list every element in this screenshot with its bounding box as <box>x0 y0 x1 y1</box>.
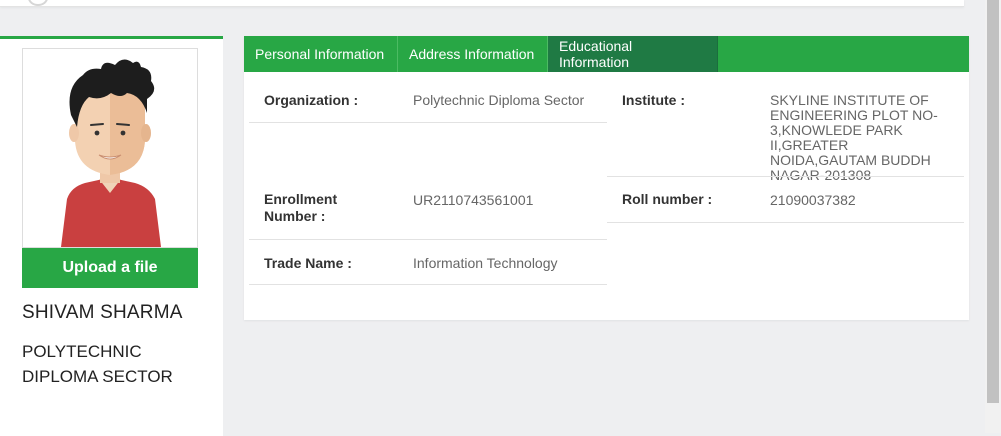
information-card: Personal Information Address Information… <box>244 36 969 320</box>
top-card <box>0 0 964 7</box>
avatar <box>22 48 198 248</box>
upload-file-button[interactable]: Upload a file <box>22 248 198 288</box>
divider <box>607 222 964 223</box>
trade-name-value: Information Technology <box>413 255 558 271</box>
tab-personal-information[interactable]: Personal Information <box>244 36 398 72</box>
organization-label: Organization : <box>264 92 359 108</box>
institute-label: Institute : <box>622 92 685 108</box>
trade-name-label: Trade Name : <box>264 255 352 271</box>
organization-value: Polytechnic Diploma Sector <box>413 92 585 108</box>
profile-organization: POLYTECHNIC DIPLOMA SECTOR <box>22 342 173 386</box>
divider <box>249 239 607 240</box>
roll-number-label: Roll number : <box>622 191 713 207</box>
tab-address-information[interactable]: Address Information <box>398 36 548 72</box>
institute-value: SKYLINE INSTITUTE OF ENGINEERING PLOT NO… <box>770 92 938 183</box>
avatar-illustration-icon <box>61 59 161 247</box>
roll-number-value: 21090037382 <box>770 192 856 208</box>
divider <box>249 284 607 285</box>
circle-icon <box>28 0 48 6</box>
profile-name: SHIVAM SHARMA <box>22 302 183 323</box>
enrollment-number-label: Enrollment Number : <box>264 191 338 224</box>
tab-educational-information[interactable]: Educational Information <box>548 36 718 72</box>
divider <box>249 122 607 123</box>
tab-bar: Personal Information Address Information… <box>244 36 969 72</box>
enrollment-number-value: UR2110743561001 <box>413 192 534 208</box>
divider <box>607 176 964 177</box>
scrollbar-thumb[interactable] <box>987 0 999 403</box>
